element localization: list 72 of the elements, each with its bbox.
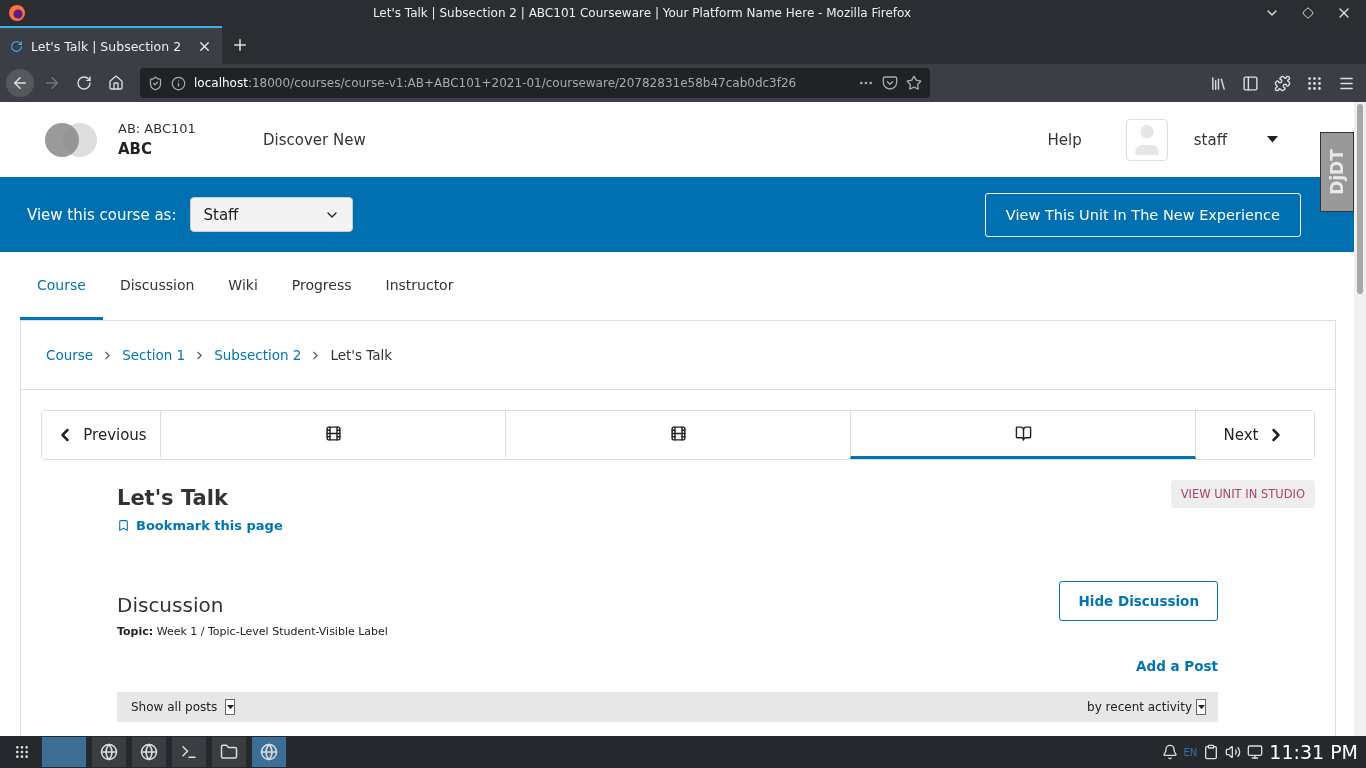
- loading-icon: [10, 39, 23, 53]
- sidebar-icon: [1241, 74, 1259, 92]
- hide-discussion-button[interactable]: Hide Discussion: [1059, 581, 1218, 621]
- add-post-link[interactable]: Add a Post: [1136, 658, 1218, 674]
- breadcrumb-link[interactable]: Subsection 2: [214, 347, 302, 363]
- new-experience-button[interactable]: View This Unit In The New Experience: [984, 192, 1301, 237]
- course-tab[interactable]: Discussion: [102, 252, 212, 320]
- course-tab[interactable]: Instructor: [368, 252, 471, 320]
- pocket-icon: [882, 75, 898, 91]
- breadcrumb-link[interactable]: Course: [46, 347, 94, 363]
- globe-icon: [140, 743, 158, 761]
- browser-tab[interactable]: Let's Talk | Subsection 2: [0, 26, 222, 64]
- bookmark-icon: [117, 519, 130, 532]
- folder-icon: [220, 743, 238, 761]
- star-icon: [906, 75, 922, 91]
- discussion-title: Discussion: [117, 593, 225, 617]
- course-tab[interactable]: Progress: [274, 252, 369, 320]
- browser-task-button[interactable]: [252, 737, 286, 767]
- back-button[interactable]: [6, 69, 34, 97]
- puzzle-icon: [1273, 74, 1291, 92]
- film-icon: [669, 425, 687, 442]
- shield-icon: [148, 75, 163, 91]
- globe-icon: [260, 743, 278, 761]
- course-tab[interactable]: Wiki: [211, 252, 275, 320]
- help-link[interactable]: Help: [1047, 130, 1082, 149]
- view-as-label: View this course as:: [27, 205, 177, 224]
- user-menu-button[interactable]: staff: [1187, 129, 1284, 150]
- window-title: Let's Talk | Subsection 2 | ABC101 Courseware | Your Platform Name Here - Mozilla Firefox: [371, 6, 913, 20]
- browser-task-button[interactable]: [92, 737, 126, 767]
- info-icon: [171, 75, 186, 91]
- address-bar[interactable]: localhost:18000/courses/course-v1:AB+ABC101+2021-01/courseware/20782831e58b47cab0dc3f26: [140, 68, 930, 98]
- logo-icon: [44, 121, 98, 158]
- terminal-task-button[interactable]: [172, 737, 206, 767]
- course-org: AB: ABC101: [118, 121, 197, 136]
- film-icon: [324, 425, 342, 442]
- clipboard-icon[interactable]: [1203, 744, 1220, 760]
- monitor-icon[interactable]: [1247, 744, 1264, 760]
- current-page-label: Let's Talk: [330, 347, 393, 363]
- filter-select[interactable]: Show all posts: [131, 699, 236, 715]
- book-icon: [1014, 425, 1032, 442]
- caret-icon: [1197, 704, 1205, 710]
- sort-select[interactable]: by recent activity: [1087, 699, 1206, 715]
- course-tab[interactable]: Course: [20, 252, 103, 320]
- launcher-icon: [14, 744, 30, 760]
- scrollbar[interactable]: [1354, 102, 1366, 736]
- arrow-right-icon: [43, 74, 61, 92]
- grid-icon: [1305, 74, 1323, 92]
- reload-icon: [76, 75, 92, 91]
- firefox-icon: [8, 4, 26, 22]
- unit-title: Let's Talk: [117, 486, 228, 510]
- bookmark-link[interactable]: Bookmark this page: [117, 518, 283, 533]
- caret-icon: [226, 704, 234, 710]
- avatar-icon: [1125, 118, 1168, 161]
- library-icon: [1209, 74, 1227, 92]
- diamond-icon: [1302, 7, 1314, 19]
- plus-icon: [231, 36, 249, 54]
- discover-link[interactable]: Discover New: [263, 130, 366, 149]
- caret-icon: [1267, 136, 1278, 143]
- topic-text: Topic: Week 1 / Topic-Level Student-Visible Label: [117, 625, 388, 638]
- volume-icon[interactable]: [1225, 744, 1242, 760]
- bell-icon[interactable]: [1161, 744, 1178, 760]
- globe-icon: [100, 743, 118, 761]
- clock[interactable]: 11:31 PM: [1269, 741, 1358, 763]
- files-task-button[interactable]: [212, 737, 246, 767]
- browser-task-button[interactable]: [132, 737, 166, 767]
- home-icon: [108, 75, 124, 91]
- studio-button[interactable]: VIEW UNIT IN STUDIO: [1170, 480, 1315, 508]
- course-name: ABC: [118, 140, 154, 158]
- breadcrumb-link[interactable]: Section 1: [122, 347, 186, 363]
- unit-tab[interactable]: [850, 411, 1196, 459]
- terminal-icon: [180, 743, 198, 761]
- role-select[interactable]: Staff: [190, 197, 354, 232]
